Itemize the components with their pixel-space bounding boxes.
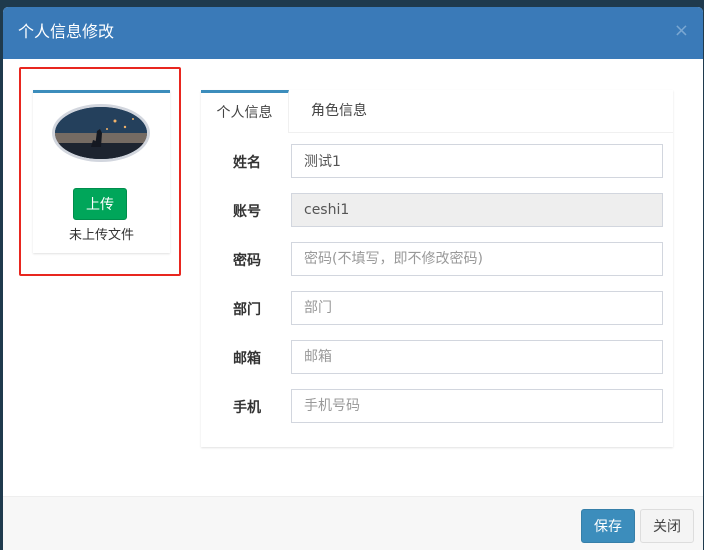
modal-title: 个人信息修改 (18, 22, 115, 41)
form-row-name: 姓名 (201, 144, 673, 178)
account-field (291, 193, 663, 227)
form-row-department: 部门 (201, 291, 673, 325)
avatar (52, 104, 150, 162)
department-label: 部门 (233, 302, 261, 318)
name-field[interactable] (291, 144, 663, 178)
tab-role-info[interactable]: 角色信息 (289, 90, 389, 132)
form-row-email: 邮箱 (201, 340, 673, 374)
password-label: 密码 (233, 253, 261, 269)
account-label: 账号 (233, 204, 261, 220)
phone-label: 手机 (233, 400, 261, 416)
form-row-account: 账号 (201, 193, 673, 227)
upload-status-text: 未上传文件 (68, 228, 134, 243)
form-row-phone: 手机 (201, 389, 673, 423)
save-button[interactable]: 保存 (581, 509, 635, 543)
form-row-password: 密码 (201, 242, 673, 276)
email-label: 邮箱 (233, 351, 261, 367)
tab-panel: 个人信息 角色信息 姓名 账号 密码 部门 邮箱 手机 (201, 90, 673, 447)
close-button[interactable]: 关闭 (640, 509, 694, 543)
upload-button[interactable]: 上传 (73, 188, 127, 220)
phone-field[interactable] (291, 389, 663, 423)
password-field[interactable] (291, 242, 663, 276)
user-info-modal: 个人信息修改 × 上传 未上传文件 个人信息 角色信息 姓名 测试1 账号 ce… (3, 7, 703, 550)
tab-nav: 个人信息 角色信息 (201, 90, 673, 133)
avatar-panel: 上传 未上传文件 (33, 90, 170, 253)
tab-personal-info[interactable]: 个人信息 (201, 90, 289, 133)
name-label: 姓名 (233, 155, 261, 171)
modal-header: 个人信息修改 × (3, 7, 703, 59)
close-icon[interactable]: × (674, 20, 689, 42)
department-field[interactable] (291, 291, 663, 325)
avatar-image (55, 107, 147, 159)
email-field[interactable] (291, 340, 663, 374)
modal-footer: 保存 关闭 (3, 496, 703, 550)
